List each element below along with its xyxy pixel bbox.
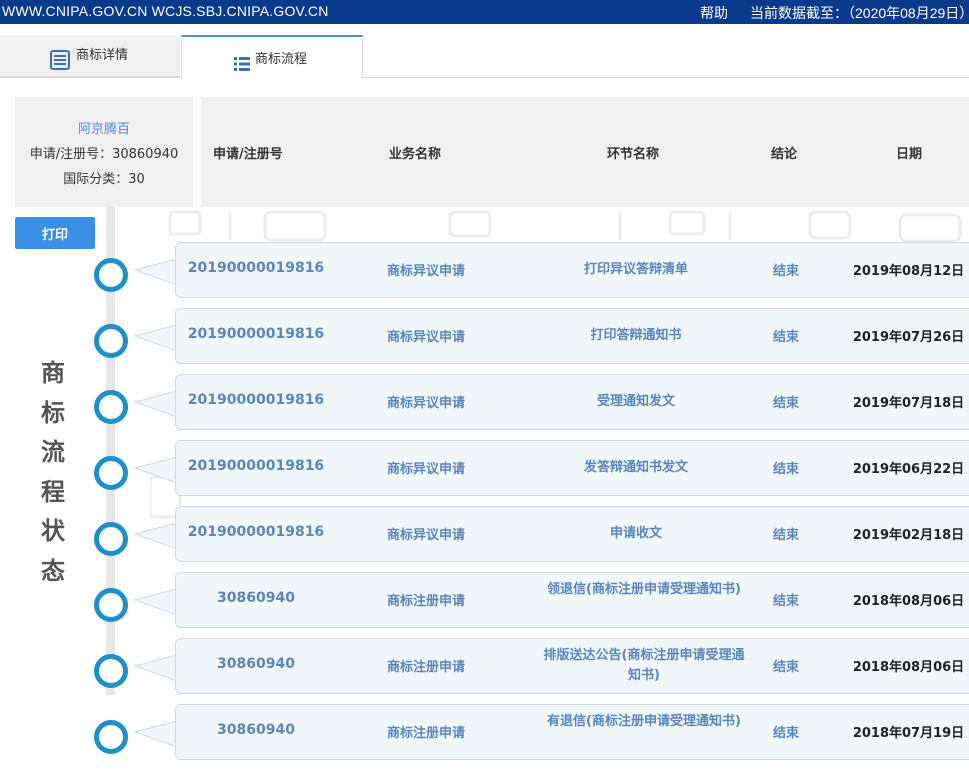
header-step: 环节名称 (607, 147, 660, 162)
row-step-name: 发答辩通知书发文 (583, 460, 688, 475)
row-result: 结束 (772, 726, 799, 741)
card-pointer (133, 522, 177, 549)
help-link[interactable]: 帮助 (700, 3, 728, 23)
row-business-name: 商标异议申请 (386, 396, 465, 411)
international-class: 国际分类：30 (63, 172, 145, 187)
card-pointer (133, 720, 177, 747)
timeline-node-icon (94, 258, 128, 292)
flow-row: 20190000019816 商标异议申请 受理通知发文 结束 2019年07月… (0, 374, 969, 445)
tab-trademark-detail[interactable]: 商标详情 (0, 35, 180, 77)
flow-row: 20190000019816 商标异议申请 申请收文 结束 2019年02月18… (0, 506, 969, 577)
row-date: 2018年08月06日 (852, 594, 965, 609)
header-result: 结论 (771, 147, 798, 162)
flow-row: 30860940 商标注册申请 排版送达公告(商标注册申请受理通知书) 结束 2… (0, 638, 969, 709)
header-business: 业务名称 (389, 147, 442, 162)
row-step-name: 打印答辩通知书 (590, 328, 682, 343)
row-application-number[interactable]: 20190000019816 (176, 326, 336, 342)
tab-trademark-flow[interactable]: 商标流程 (181, 35, 363, 78)
tab-bar: 商标详情 商标流程 (0, 35, 969, 78)
card-pointer (133, 456, 177, 483)
row-date: 2019年07月18日 (852, 396, 965, 411)
row-application-number[interactable]: 30860940 (176, 590, 336, 606)
row-result: 结束 (772, 462, 799, 477)
flow-card: 20190000019816 商标异议申请 打印答辩通知书 结束 2019年07… (175, 308, 969, 364)
tab-label: 商标详情 (76, 48, 129, 63)
data-as-of-date: 当前数据截至：（2020年08月29日） (750, 5, 969, 21)
header-date: 日期 (896, 147, 923, 162)
site-urls: WWW.CNIPA.GOV.CN WCJS.SBJ.CNIPA.GOV.CN (2, 3, 329, 19)
row-business-name: 商标异议申请 (386, 462, 465, 477)
row-step-name: 领退信(商标注册申请受理通知书) (547, 582, 741, 597)
row-business-name: 商标注册申请 (386, 660, 465, 675)
row-business-name: 商标异议申请 (386, 330, 465, 345)
row-step-name: 受理通知发文 (596, 394, 675, 409)
row-business-name: 商标注册申请 (386, 726, 465, 741)
list-icon (234, 48, 250, 89)
flow-row: 20190000019816 商标异议申请 打印答辩通知书 结束 2019年07… (0, 308, 969, 379)
card-pointer (133, 258, 177, 285)
card-pointer (133, 588, 177, 615)
top-bar: WWW.CNIPA.GOV.CN WCJS.SBJ.CNIPA.GOV.CN 帮… (0, 0, 969, 24)
row-date: 2019年07月26日 (852, 330, 965, 345)
row-step-name: 有退信(商标注册申请受理通知书) (547, 714, 741, 729)
row-application-number[interactable]: 20190000019816 (176, 524, 336, 540)
row-application-number[interactable]: 20190000019816 (176, 458, 336, 474)
card-pointer (133, 390, 177, 417)
row-result: 结束 (772, 396, 799, 411)
row-result: 结束 (772, 594, 799, 609)
flow-row: 20190000019816 商标异议申请 发答辩通知书发文 结束 2019年0… (0, 440, 969, 511)
row-result: 结束 (772, 330, 799, 345)
card-pointer (133, 324, 177, 351)
timeline-node-icon (94, 588, 128, 622)
registration-number: 申请/注册号：30860940 (29, 147, 179, 162)
flow-row: 20190000019816 商标异议申请 打印异议答辩清单 结束 2019年0… (0, 242, 969, 313)
row-date: 2018年08月06日 (852, 660, 965, 675)
row-date: 2018年07月19日 (852, 726, 965, 741)
table-header: 申请/注册号 业务名称 环节名称 结论 日期 (201, 97, 969, 207)
header-number: 申请/注册号 (213, 147, 283, 162)
row-step-name: 打印异议答辩清单 (583, 262, 688, 277)
row-application-number[interactable]: 20190000019816 (176, 392, 336, 408)
timeline-node-icon (94, 456, 128, 490)
row-application-number[interactable]: 20190000019816 (176, 260, 336, 276)
applicant-name[interactable]: 阿京腾百 (15, 118, 193, 137)
trademark-info-box: 阿京腾百 申请/注册号：30860940 国际分类：30 (15, 97, 193, 207)
flow-card: 30860940 商标注册申请 排版送达公告(商标注册申请受理通知书) 结束 2… (175, 638, 969, 694)
row-business-name: 商标异议申请 (386, 528, 465, 543)
document-list-icon (50, 46, 70, 87)
flow-card: 20190000019816 商标异议申请 发答辩通知书发文 结束 2019年0… (175, 440, 969, 496)
tab-label: 商标流程 (255, 52, 308, 67)
flow-card: 20190000019816 商标异议申请 申请收文 结束 2019年02月18… (175, 506, 969, 562)
flow-card: 30860940 商标注册申请 领退信(商标注册申请受理通知书) 结束 2018… (175, 572, 969, 628)
print-button[interactable]: 打印 (15, 217, 95, 249)
row-step-name: 排版送达公告(商标注册申请受理通知书) (543, 648, 745, 683)
flow-card: 20190000019816 商标异议申请 打印异议答辩清单 结束 2019年0… (175, 242, 969, 298)
row-date: 2019年08月12日 (852, 264, 965, 279)
flow-row: 30860940 商标注册申请 有退信(商标注册申请受理通知书) 结束 2018… (0, 704, 969, 775)
row-application-number[interactable]: 30860940 (176, 722, 336, 738)
flow-card: 20190000019816 商标异议申请 受理通知发文 结束 2019年07月… (175, 374, 969, 430)
flow-card: 30860940 商标注册申请 有退信(商标注册申请受理通知书) 结束 2018… (175, 704, 969, 760)
card-pointer (133, 654, 177, 681)
row-business-name: 商标注册申请 (386, 594, 465, 609)
row-business-name: 商标异议申请 (386, 264, 465, 279)
timeline-node-icon (94, 522, 128, 556)
timeline-node-icon (94, 324, 128, 358)
row-result: 结束 (772, 660, 799, 675)
row-application-number[interactable]: 30860940 (176, 656, 336, 672)
row-result: 结束 (772, 264, 799, 279)
row-result: 结束 (772, 528, 799, 543)
flow-row: 30860940 商标注册申请 领退信(商标注册申请受理通知书) 结束 2018… (0, 572, 969, 643)
row-date: 2019年06月22日 (852, 462, 965, 477)
row-step-name: 申请收文 (609, 526, 662, 541)
timeline-node-icon (94, 654, 128, 688)
row-date: 2019年02月18日 (852, 528, 965, 543)
timeline-node-icon (94, 720, 128, 754)
timeline-node-icon (94, 390, 128, 424)
